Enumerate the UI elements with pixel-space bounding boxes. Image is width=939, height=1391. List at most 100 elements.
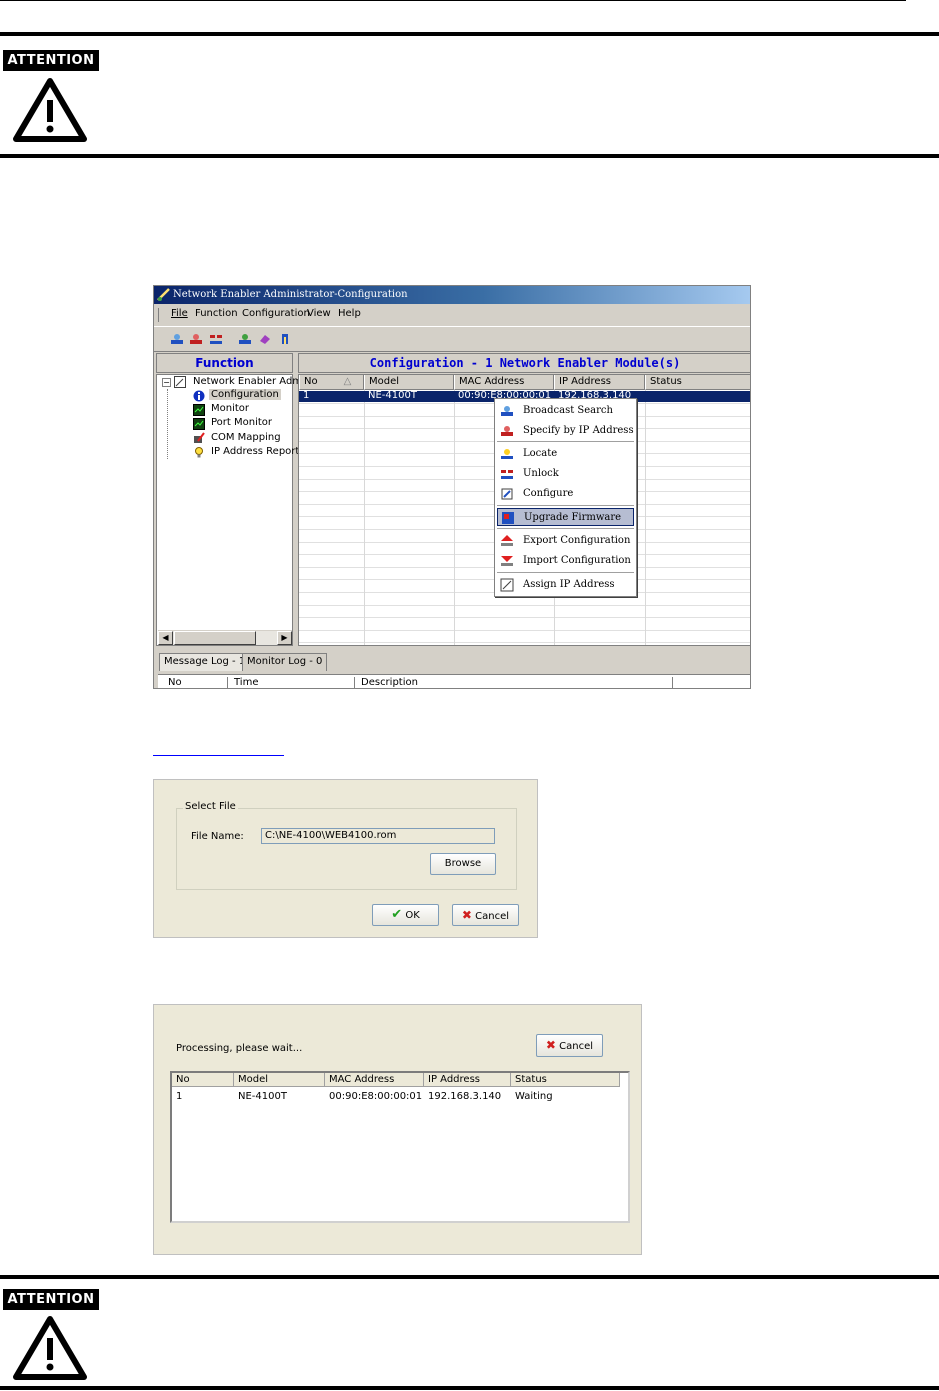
column-no[interactable]: No <box>172 1073 234 1087</box>
processing-cancel-button[interactable]: ✖ Cancel <box>536 1034 603 1057</box>
menu-help[interactable]: Help <box>338 308 361 319</box>
lightbulb-icon <box>195 447 203 458</box>
grid-line <box>299 617 750 618</box>
browse-button[interactable]: Browse <box>430 853 496 875</box>
menu-item-export-configuration[interactable]: Export Configuration <box>497 532 634 550</box>
port-monitor-icon <box>193 418 205 430</box>
app-window: Network Enabler Administrator-Configurat… <box>153 285 751 689</box>
select-file-legend: Select File <box>183 801 238 812</box>
menu-item-unlock[interactable]: Unlock <box>497 465 634 483</box>
column-mac[interactable]: MAC Address <box>325 1073 424 1087</box>
menu-item-configure[interactable]: Configure <box>497 485 634 503</box>
attention-top-rule <box>0 32 939 36</box>
menu-item-locate[interactable]: Locate <box>497 445 634 463</box>
menu-view[interactable]: View <box>307 308 331 319</box>
unlock-icon[interactable] <box>209 332 223 346</box>
tab-message-log[interactable]: Message Log - 1 <box>159 653 251 671</box>
processing-dialog: Processing, please wait... ✖ Cancel No M… <box>153 1004 642 1255</box>
info-icon <box>193 390 205 402</box>
sort-asc-icon: △ <box>343 376 352 387</box>
header-rule <box>0 0 906 1</box>
broadcast-search-icon <box>501 406 513 416</box>
warning-icon <box>13 78 87 142</box>
function-tree: − Network Enabler Admir Configuration Mo… <box>156 374 309 646</box>
menu-item-import-configuration[interactable]: Import Configuration <box>497 552 634 570</box>
monitor-screen-icon <box>193 404 205 416</box>
table-row[interactable]: 1 NE-4100T 00:90:E8:00:00:01 192.168.3.1… <box>172 1091 628 1105</box>
tree-item-ip-address-report[interactable]: IP Address Report <box>211 446 299 457</box>
menu-item-broadcast-search[interactable]: Broadcast Search <box>497 402 634 420</box>
locate-icon <box>501 449 513 459</box>
specify-ip-icon <box>501 426 513 436</box>
select-file-dialog: Select File File Name: C:\NE-4100\WEB410… <box>153 779 538 938</box>
warning-icon <box>13 1316 87 1380</box>
window-title: Network Enabler Administrator-Configurat… <box>173 289 408 300</box>
grid-line <box>299 642 750 643</box>
menu-item-upgrade-firmware[interactable]: Upgrade Firmware <box>497 508 634 526</box>
exit-icon[interactable] <box>278 332 292 346</box>
configuration-header: Configuration - 1 Network Enabler Module… <box>298 353 750 373</box>
assign-ip-icon <box>500 578 514 592</box>
export-icon <box>501 535 513 546</box>
scroll-thumb[interactable] <box>174 631 256 645</box>
import-icon <box>501 556 513 566</box>
title-bar: Network Enabler Administrator-Configurat… <box>154 286 750 304</box>
attention-badge: ATTENTION <box>3 1289 99 1310</box>
file-name-label: File Name: <box>191 831 244 842</box>
checkmark-icon: ✔ <box>391 907 403 922</box>
hyperlink-underline[interactable] <box>153 755 284 756</box>
admin-root-icon <box>174 376 186 388</box>
specify-ip-icon[interactable] <box>189 332 203 346</box>
app-icon <box>157 288 170 301</box>
cancel-button[interactable]: ✖ Cancel <box>452 904 519 926</box>
com-mapping-icon <box>194 432 205 443</box>
column-status[interactable]: Status <box>511 1073 620 1087</box>
file-name-field[interactable]: C:\NE-4100\WEB4100.rom <box>261 828 495 844</box>
broadcast-search-icon[interactable] <box>170 332 184 346</box>
attention-badge: ATTENTION <box>3 50 99 71</box>
processing-message: Processing, please wait... <box>176 1043 303 1054</box>
tree-horizontal-scrollbar[interactable]: ◀ ▶ <box>158 630 292 645</box>
context-menu: Broadcast Search Specify by IP Address L… <box>494 398 637 597</box>
upgrade-firmware-icon <box>502 512 514 524</box>
configure-icon[interactable] <box>258 332 272 346</box>
column-no[interactable]: No △ <box>299 375 364 390</box>
tree-item-port-monitor[interactable]: Port Monitor <box>211 417 272 428</box>
monitor-icon[interactable] <box>238 332 252 346</box>
log-header: No Time Description <box>158 674 750 688</box>
tab-monitor-log[interactable]: Monitor Log - 0 <box>242 653 328 671</box>
column-ip[interactable]: IP Address <box>424 1073 511 1087</box>
column-mac[interactable]: MAC Address <box>454 375 554 390</box>
column-model[interactable]: Model <box>234 1073 325 1087</box>
menu-file[interactable]: File <box>171 308 188 319</box>
function-header: Function <box>156 353 293 373</box>
menu-function[interactable]: Function <box>195 308 238 319</box>
column-status[interactable]: Status <box>645 375 750 390</box>
attention-bottom-rule <box>0 154 939 158</box>
menu-item-specify-ip[interactable]: Specify by IP Address <box>497 422 634 440</box>
column-model[interactable]: Model <box>364 375 454 390</box>
menu-item-assign-ip[interactable]: Assign IP Address <box>497 576 634 594</box>
ok-button[interactable]: ✔ OK <box>372 904 439 926</box>
tree-item-configuration[interactable]: Configuration <box>209 389 281 400</box>
configure-icon <box>501 488 513 500</box>
attention-top-rule <box>0 1275 939 1279</box>
column-ip[interactable]: IP Address <box>554 375 645 390</box>
unlock-icon <box>501 470 513 479</box>
collapse-icon[interactable]: − <box>162 378 171 387</box>
grid-line <box>299 630 750 631</box>
tree-item-com-mapping[interactable]: COM Mapping <box>211 432 281 443</box>
close-icon: ✖ <box>545 1038 556 1052</box>
attention-bottom-rule <box>0 1386 939 1390</box>
tree-root[interactable]: Network Enabler Admir <box>193 376 309 387</box>
select-file-group <box>176 808 517 890</box>
menu-bar: File Function Configuration View Help <box>154 306 750 324</box>
progress-list: No Model MAC Address IP Address Status 1… <box>170 1071 630 1223</box>
scroll-right-icon[interactable]: ▶ <box>277 631 292 645</box>
close-icon: ✖ <box>461 908 472 922</box>
scroll-left-icon[interactable]: ◀ <box>158 631 173 645</box>
log-panel: Message Log - 1 Monitor Log - 0 No Time … <box>154 648 750 688</box>
tree-item-monitor[interactable]: Monitor <box>211 403 249 414</box>
grid-line <box>299 605 750 606</box>
menu-configuration[interactable]: Configuration <box>242 308 310 319</box>
